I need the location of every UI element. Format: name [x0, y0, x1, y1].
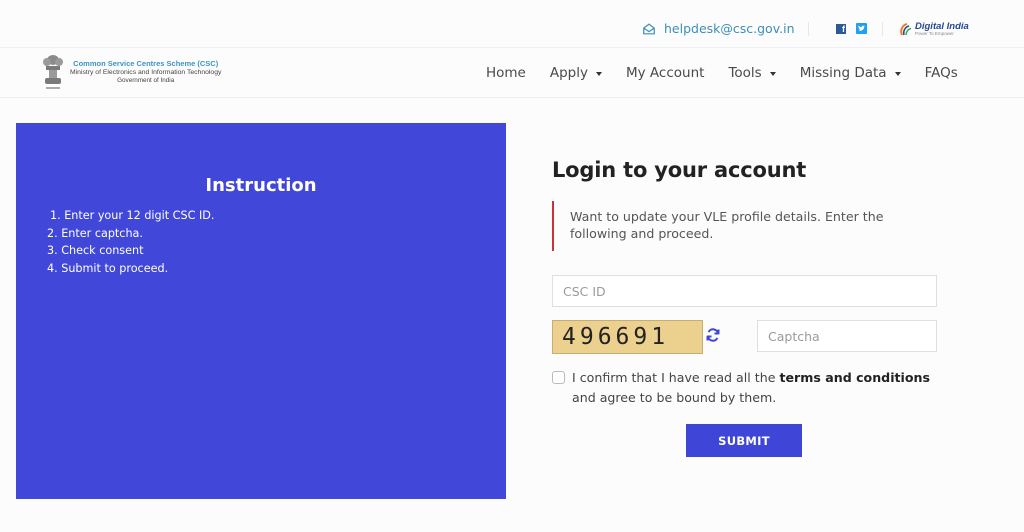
- digital-india-title: Digital India: [915, 20, 969, 32]
- refresh-captcha-icon[interactable]: [705, 327, 721, 343]
- captcha-image: 496691: [552, 320, 703, 354]
- submit-button[interactable]: SUBMIT: [686, 424, 802, 457]
- instruction-step: 4. Submit to proceed.: [47, 261, 169, 275]
- instruction-step: 3. Check consent: [47, 244, 144, 257]
- login-section: Login to your account Want to update you…: [552, 158, 952, 251]
- login-title: Login to your account: [552, 158, 807, 182]
- terms-link[interactable]: terms and conditions: [779, 370, 930, 385]
- digital-india-logo[interactable]: Digital India Power To Empower: [899, 21, 969, 37]
- nav-my-account[interactable]: My Account: [626, 65, 704, 81]
- digital-india-tagline: Power To Empower: [915, 31, 954, 36]
- digital-india-icon: [900, 23, 912, 36]
- envelope-open-icon: [643, 22, 655, 34]
- nav-apply[interactable]: Apply: [550, 65, 602, 81]
- instruction-step: 1. Enter your 12 digit CSC ID.: [50, 209, 215, 222]
- instruction-panel: Instruction 1. Enter your 12 digit CSC I…: [16, 123, 506, 499]
- instruction-title: Instruction: [205, 175, 317, 196]
- nav-faqs[interactable]: FAQs: [925, 65, 958, 81]
- consent-checkbox[interactable]: [552, 371, 565, 384]
- instruction-list: 1. Enter your 12 digit CSC ID. 2. Enter …: [47, 207, 215, 277]
- profile-update-notice: Want to update your VLE profile details.…: [552, 201, 932, 251]
- divider: [808, 22, 809, 36]
- brand-line-3: Government of India: [117, 77, 175, 84]
- facebook-icon[interactable]: f: [836, 24, 846, 34]
- caret-down-icon: [894, 71, 901, 76]
- caret-down-icon: [596, 71, 602, 76]
- captcha-input[interactable]: [768, 321, 936, 351]
- nav-tools[interactable]: Tools: [728, 65, 776, 81]
- csc-id-input[interactable]: [563, 276, 936, 306]
- csc-id-field[interactable]: [552, 275, 937, 307]
- brand-line-1: Common Service Centres Scheme (CSC): [73, 59, 219, 69]
- csc-brand-logo[interactable]: Common Service Centres Scheme (CSC) Mini…: [40, 52, 221, 92]
- brand-line-2: Ministry of Electronics and Information …: [70, 68, 222, 76]
- top-bar: helpdesk@csc.gov.in f Digital India Powe…: [0, 0, 1024, 48]
- instruction-step: 2. Enter captcha.: [47, 226, 143, 240]
- helpdesk-email: helpdesk@csc.gov.in: [664, 21, 795, 36]
- divider: [882, 22, 883, 36]
- captcha-field[interactable]: [757, 320, 937, 352]
- twitter-icon[interactable]: [856, 23, 867, 34]
- main-header: Common Service Centres Scheme (CSC) Mini…: [0, 48, 1024, 98]
- national-emblem-icon: [43, 55, 63, 89]
- main-nav: Home Apply My Account Tools Missing Data…: [486, 65, 958, 81]
- caret-down-icon: [769, 71, 776, 76]
- consent-text: I confirm that I have read all the terms…: [572, 370, 930, 405]
- helpdesk-email-link[interactable]: helpdesk@csc.gov.in: [642, 21, 795, 36]
- nav-home[interactable]: Home: [486, 65, 526, 81]
- nav-missing-data[interactable]: Missing Data: [800, 65, 901, 81]
